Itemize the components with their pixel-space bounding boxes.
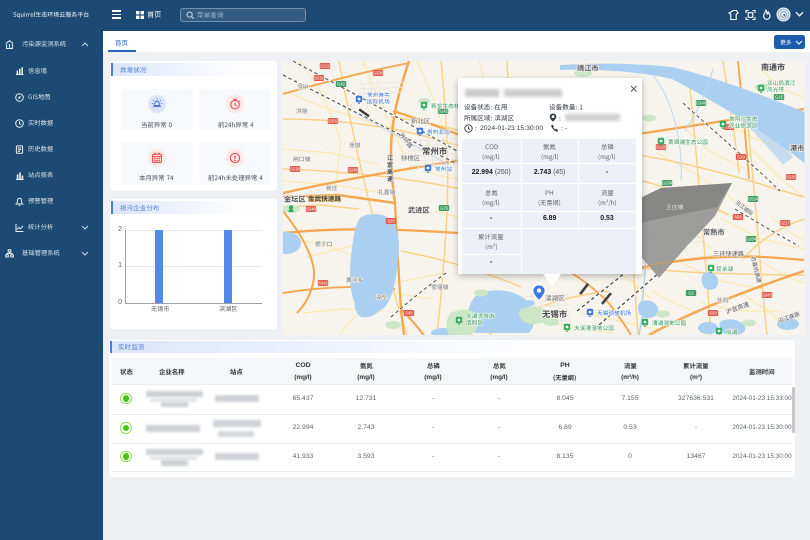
svg-text:S302: S302 <box>328 119 338 124</box>
svg-text:S227: S227 <box>780 221 790 226</box>
svg-text:S240: S240 <box>348 168 358 173</box>
svg-text:G15: G15 <box>775 95 784 100</box>
svg-text:S338: S338 <box>373 71 383 76</box>
svg-text:S48: S48 <box>405 311 413 316</box>
svg-text:G524: G524 <box>748 197 759 202</box>
svg-text:G25: G25 <box>440 206 449 211</box>
svg-text:S343: S343 <box>762 293 772 298</box>
svg-text:S122: S122 <box>320 64 330 69</box>
svg-text:S232: S232 <box>314 76 324 81</box>
svg-text:S58: S58 <box>734 215 742 220</box>
svg-text:S19: S19 <box>737 155 745 160</box>
svg-text:S142: S142 <box>438 109 448 114</box>
svg-text:S39: S39 <box>387 219 395 224</box>
svg-text:G2: G2 <box>688 291 694 296</box>
svg-text:G204: G204 <box>746 237 757 242</box>
svg-text:S58: S58 <box>709 311 717 316</box>
svg-text:S235: S235 <box>786 175 796 180</box>
svg-text:G204: G204 <box>662 181 673 186</box>
svg-text:S340: S340 <box>306 207 316 212</box>
svg-text:S342: S342 <box>318 281 328 286</box>
svg-text:G346: G346 <box>696 101 707 106</box>
svg-text:S238: S238 <box>290 167 300 172</box>
svg-text:G42: G42 <box>337 82 346 87</box>
